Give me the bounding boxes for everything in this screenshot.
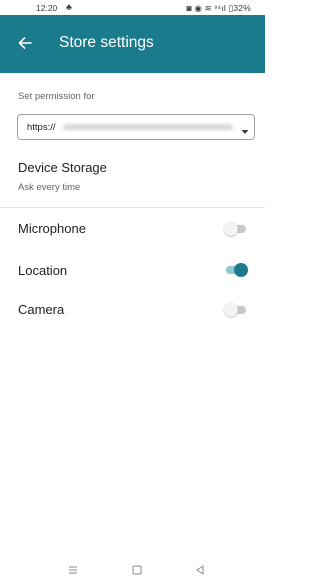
site-url-text: https:// [27, 122, 56, 133]
camera-toggle[interactable] [224, 303, 248, 317]
app-bar: Store settings [0, 15, 265, 73]
device-storage-value: Ask every time [18, 182, 81, 193]
menu-icon[interactable] [66, 563, 80, 577]
back-triangle-icon[interactable] [193, 563, 207, 577]
notification-icon: ♣ [66, 2, 72, 12]
arrow-back-icon[interactable] [16, 34, 34, 52]
microphone-label: Microphone [18, 221, 86, 236]
permission-label: Set permission for [18, 91, 95, 102]
system-nav-bar [0, 560, 265, 579]
location-label: Location [18, 263, 68, 278]
page-title: Store settings [59, 34, 154, 51]
caret-down-icon [241, 123, 249, 141]
home-icon[interactable] [130, 563, 144, 577]
status-time: 12:20 [36, 3, 58, 13]
divider [0, 207, 265, 208]
status-icons: ◙ ◉ ≋ ᵛ⁴ıl ▯32% [186, 3, 251, 13]
location-toggle[interactable] [224, 263, 248, 277]
redacted-url [63, 124, 233, 130]
camera-label: Camera [18, 302, 65, 317]
microphone-toggle[interactable] [224, 222, 248, 236]
device-storage-title: Device Storage [18, 160, 107, 175]
status-bar: 12:20 ♣ ◙ ◉ ≋ ᵛ⁴ıl ▯32% [0, 0, 265, 15]
site-url-dropdown[interactable]: https:// [17, 114, 255, 140]
